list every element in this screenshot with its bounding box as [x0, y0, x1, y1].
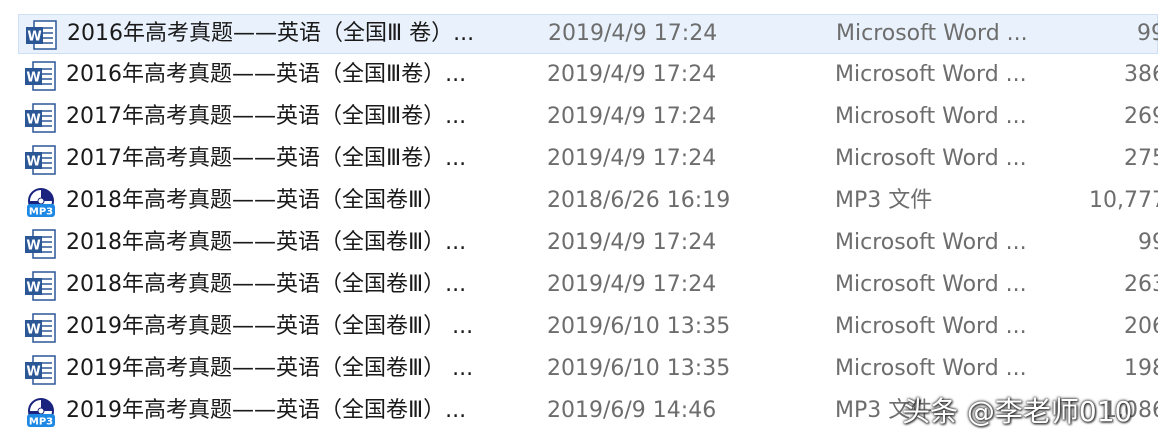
file-type: Microsoft Word ...	[835, 62, 1027, 87]
file-name: 2017年高考真题——英语（全国Ⅲ卷）...	[66, 146, 467, 171]
file-date: 2019/4/9 17:24	[547, 62, 717, 87]
watermark: 头条 @李老师010	[902, 395, 1133, 428]
svg-text:W: W	[26, 281, 40, 296]
file-row[interactable]: W 2017年高考真题——英语（全国Ⅲ卷）... 2019/4/9 17:24 …	[18, 98, 1158, 138]
file-size: 99	[1137, 21, 1158, 46]
word-doc-icon: W	[24, 145, 58, 176]
file-size: 99	[1138, 230, 1158, 255]
file-date: 2019/6/10 13:35	[547, 356, 731, 381]
word-doc-icon: W	[24, 229, 58, 260]
file-size: 263	[1124, 272, 1158, 297]
svg-text:W: W	[26, 155, 40, 170]
file-size: 206	[1124, 314, 1158, 339]
file-type: Microsoft Word ...	[835, 272, 1027, 297]
file-type: Microsoft Word ...	[836, 21, 1028, 46]
file-row[interactable]: W 2019年高考真题——英语（全国卷Ⅲ） ... 2019/6/10 13:3…	[18, 308, 1158, 348]
word-doc-icon: W	[24, 61, 58, 92]
file-name: 2019年高考真题——英语（全国卷Ⅲ） ...	[66, 314, 474, 339]
file-name: 2019年高考真题——英语（全国卷Ⅲ）...	[66, 398, 467, 423]
file-name: 2018年高考真题——英语（全国卷Ⅲ）	[66, 188, 446, 213]
file-date: 2019/6/10 13:35	[547, 314, 731, 339]
file-date: 2019/4/9 17:24	[547, 146, 717, 171]
file-size: 198	[1124, 356, 1158, 381]
word-doc-icon: W	[24, 313, 58, 344]
file-row[interactable]: W 2016年高考真题——英语（全国Ⅲ卷）... 2019/4/9 17:24 …	[18, 56, 1158, 96]
svg-text:W: W	[27, 30, 41, 45]
file-date: 2019/4/9 17:24	[547, 230, 717, 255]
file-date: 2019/6/9 14:46	[547, 398, 717, 423]
file-name: 2018年高考真题——英语（全国卷Ⅲ）...	[66, 230, 467, 255]
file-row[interactable]: W 2018年高考真题——英语（全国卷Ⅲ）... 2019/4/9 17:24 …	[18, 266, 1158, 306]
file-size: 386	[1124, 62, 1158, 87]
svg-text:W: W	[26, 365, 40, 380]
file-name: 2016年高考真题——英语（全国Ⅲ卷）...	[66, 62, 467, 87]
word-doc-icon: W	[24, 103, 58, 134]
svg-text:W: W	[26, 323, 40, 338]
word-doc-icon: W	[24, 355, 58, 386]
file-date: 2018/6/26 16:19	[547, 188, 731, 213]
word-doc-icon: W	[25, 20, 59, 51]
file-date: 2019/4/9 17:24	[547, 104, 717, 129]
file-date: 2019/4/9 17:24	[548, 21, 718, 46]
svg-text:W: W	[26, 71, 40, 86]
file-name: 2017年高考真题——英语（全国Ⅲ卷）...	[66, 104, 467, 129]
file-type: Microsoft Word ...	[835, 230, 1027, 255]
file-list: W 2016年高考真题——英语（全国Ⅲ 卷）... 2019/4/9 17:24…	[0, 0, 1158, 444]
svg-text:MP3: MP3	[29, 417, 53, 428]
file-size: 275	[1124, 146, 1158, 171]
word-doc-icon: W	[24, 271, 58, 302]
mp3-file-icon: MP3	[24, 397, 58, 428]
file-name: 2019年高考真题——英语（全国卷Ⅲ） ...	[66, 356, 474, 381]
file-size: 269	[1124, 104, 1158, 129]
file-row[interactable]: W 2017年高考真题——英语（全国Ⅲ卷）... 2019/4/9 17:24 …	[18, 140, 1158, 180]
svg-text:W: W	[26, 113, 40, 128]
file-type: Microsoft Word ...	[835, 314, 1027, 339]
file-size: 10,777	[1089, 188, 1158, 213]
svg-text:MP3: MP3	[29, 207, 53, 218]
mp3-file-icon: MP3	[24, 187, 58, 218]
file-row[interactable]: W 2019年高考真题——英语（全国卷Ⅲ） ... 2019/6/10 13:3…	[18, 350, 1158, 390]
file-name: 2016年高考真题——英语（全国Ⅲ 卷）...	[67, 21, 475, 46]
file-row[interactable]: MP3 2018年高考真题——英语（全国卷Ⅲ） 2018/6/26 16:19 …	[18, 182, 1158, 222]
file-type: MP3 文件	[835, 188, 933, 213]
file-type: Microsoft Word ...	[835, 146, 1027, 171]
svg-text:W: W	[26, 239, 40, 254]
file-row[interactable]: W 2018年高考真题——英语（全国卷Ⅲ）... 2019/4/9 17:24 …	[18, 224, 1158, 264]
file-name: 2018年高考真题——英语（全国卷Ⅲ）...	[66, 272, 467, 297]
file-type: Microsoft Word ...	[835, 356, 1027, 381]
file-type: Microsoft Word ...	[835, 104, 1027, 129]
file-row[interactable]: W 2016年高考真题——英语（全国Ⅲ 卷）... 2019/4/9 17:24…	[18, 14, 1158, 54]
file-date: 2019/4/9 17:24	[547, 272, 717, 297]
